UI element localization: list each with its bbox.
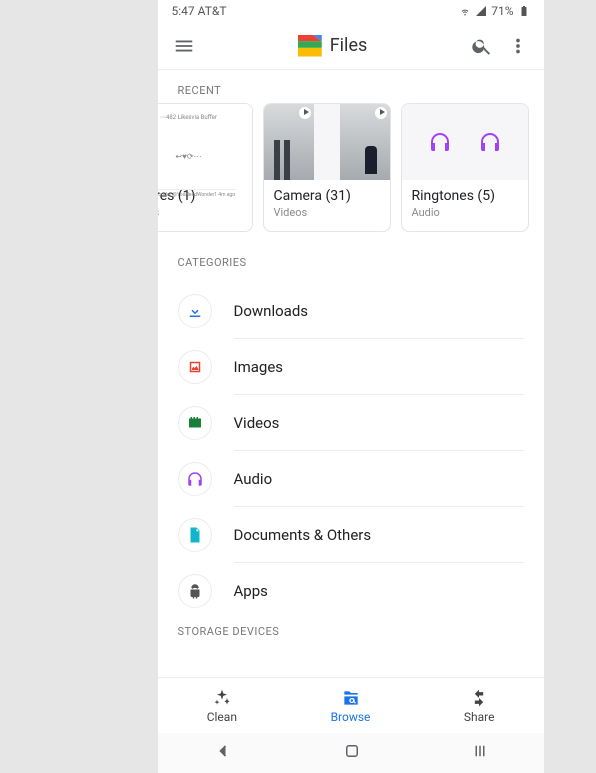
recent-card-pictures[interactable]: ⋯482 Likesvia Buffer ↩♥⟳⋯ sand Wonder @Y… [158,103,253,232]
category-label: Images [234,339,524,395]
headphones-icon [178,462,212,496]
image-icon [178,350,212,384]
category-downloads[interactable]: Downloads [158,283,544,339]
wifi-icon [459,5,471,17]
category-label: Videos [234,395,524,451]
section-storage: STORAGE DEVICES [158,619,544,644]
share-icon [469,688,489,708]
pictures-thumb: ⋯482 Likesvia Buffer ↩♥⟳⋯ sand Wonder @Y… [158,104,252,180]
status-time: 5:47 [172,4,195,18]
document-icon [178,518,212,552]
category-videos[interactable]: Videos [158,395,544,451]
tab-clean[interactable]: Clean [158,678,287,733]
bars-icon [471,742,489,760]
android-icon [178,574,212,608]
category-apps[interactable]: Apps [158,563,544,619]
category-images[interactable]: Images [158,339,544,395]
recent-cards[interactable]: ⋯482 Likesvia Buffer ↩♥⟳⋯ sand Wonder @Y… [158,103,544,242]
category-label: Apps [234,563,524,619]
status-carrier: AT&T [198,4,227,18]
sys-home-button[interactable] [343,742,361,764]
headphones-icon [478,130,502,154]
app-title-text: Files [330,35,368,56]
search-button[interactable] [468,32,496,60]
files-logo-icon [298,35,322,57]
app-bar: Files [158,22,544,70]
sys-back-button[interactable] [213,741,233,765]
status-left: 5:47 AT&T [172,4,227,18]
category-label: Documents & Others [234,507,524,563]
category-audio[interactable]: Audio [158,451,544,507]
sparkle-icon [212,688,232,708]
tab-label: Clean [207,710,237,724]
camera-thumb [264,104,390,180]
menu-button[interactable] [170,32,198,60]
card-subtitle: Videos [274,206,380,219]
status-right: 71% [459,4,529,18]
status-bar: 5:47 AT&T 71% [158,0,544,22]
status-battery: 71% [491,4,513,18]
battery-icon [518,5,530,17]
section-categories: CATEGORIES [158,242,544,275]
section-recent: RECENT [158,70,544,103]
system-nav-bar [158,733,544,773]
recent-card-ringtones[interactable]: Ringtones (5) Audio [401,103,529,232]
tab-browse[interactable]: Browse [286,678,415,733]
browse-icon [341,688,361,708]
hamburger-icon [173,35,195,57]
headphones-icon [428,130,452,154]
app-title: Files [298,35,368,57]
video-icon [178,406,212,440]
bottom-nav: Clean Browse Share [158,677,544,733]
card-title: Ringtones (5) [412,188,518,204]
phone-frame: 5:47 AT&T 71% Files RECENT [158,0,544,773]
category-label: Audio [234,451,524,507]
card-subtitle: Audio [412,206,518,219]
category-label: Downloads [234,283,524,339]
card-subtitle: ages [158,206,242,219]
more-vert-icon [507,35,529,57]
signal-icon [475,5,487,17]
more-button[interactable] [504,32,532,60]
category-documents[interactable]: Documents & Others [158,507,544,563]
tab-label: Browse [331,710,371,724]
main-scroll[interactable]: RECENT ⋯482 Likesvia Buffer ↩♥⟳⋯ sand Wo… [158,70,544,677]
categories-list: Downloads Images Videos Audio Documents … [158,275,544,619]
audio-thumb [402,104,528,180]
sys-recents-button[interactable] [471,742,489,764]
tab-share[interactable]: Share [415,678,544,733]
chevron-left-icon [213,741,233,761]
tab-label: Share [464,710,495,724]
search-icon [471,35,493,57]
card-title: Camera (31) [274,188,380,204]
download-icon [178,294,212,328]
recent-card-camera[interactable]: Camera (31) Videos [263,103,391,232]
square-icon [343,742,361,760]
